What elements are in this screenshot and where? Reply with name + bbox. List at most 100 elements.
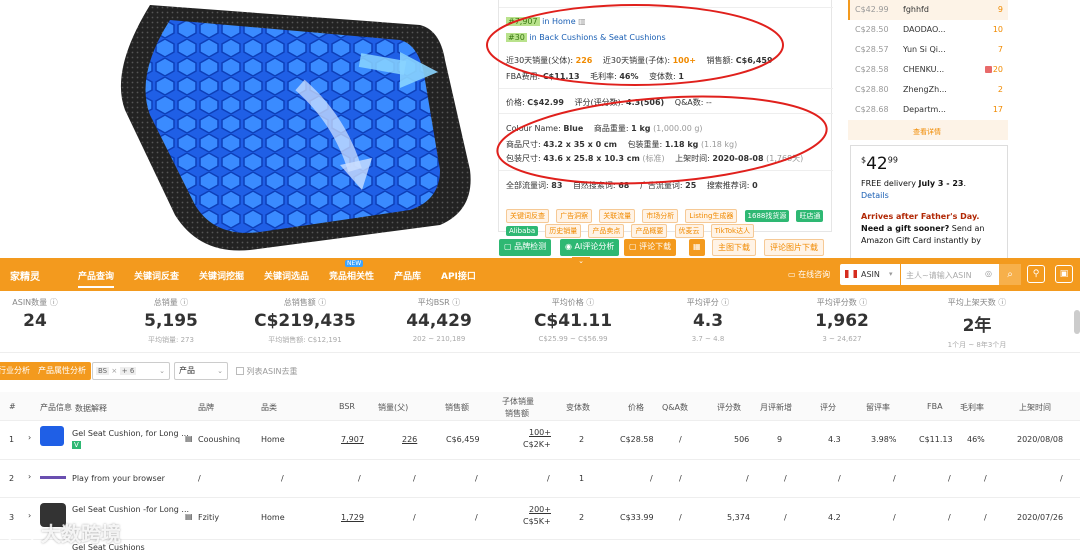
seller-name: ZhengZh... <box>903 85 947 94</box>
row-index: 1 <box>9 435 15 444</box>
tag-product-summary[interactable]: 产品概要 <box>631 224 668 238</box>
filter-icon: ⚲ <box>1032 269 1040 279</box>
th-price[interactable]: 价格 <box>628 402 644 413</box>
tag-history-sales[interactable]: 历史销量 <box>545 224 582 238</box>
country-select[interactable]: ASIN ▾ <box>840 264 900 285</box>
row-rating-count[interactable]: 506 <box>734 435 749 444</box>
th-data-hint[interactable]: 数据解释 <box>75 403 107 414</box>
nav-keyword-selection[interactable]: 关键词选品 <box>264 269 309 282</box>
scrollbar[interactable] <box>1074 310 1080 334</box>
tag-tiktok[interactable]: TikTok达人 <box>710 224 755 238</box>
ai-review-button[interactable]: ◉ AI评论分析 <box>560 239 620 256</box>
review-image-download-button[interactable]: 评论图片下载 <box>764 239 824 256</box>
brand-check-button[interactable]: ▢ 品牌检测 <box>499 239 552 256</box>
th-child-sales[interactable]: 子体销量 <box>502 396 534 407</box>
th-variants[interactable]: 变体数 <box>566 402 590 413</box>
chevron-right-icon[interactable]: › <box>28 433 31 442</box>
main-image-download-button[interactable]: 主图下载 <box>712 239 756 256</box>
dedupe-checkbox[interactable]: 列表ASIN去重 <box>236 366 297 377</box>
row-category: / <box>281 474 284 483</box>
row-title[interactable]: Gel Seat Cushion, for Long ... <box>72 429 189 438</box>
main-nav: 家精灵 产品查询 关键词反查 关键词挖掘 关键词选品 竞品相关性 NEW 产品库… <box>0 258 1080 291</box>
row-brand[interactable]: Cooushinq <box>198 435 240 444</box>
th-rating-count[interactable]: 评分数 <box>717 402 741 413</box>
category-select[interactable]: BS × + 6 ⌄ <box>92 362 170 380</box>
row-title[interactable]: Play from your browser <box>72 474 165 483</box>
delivery-text: FREE delivery <box>861 179 916 188</box>
row-sales[interactable]: 226 <box>402 435 417 444</box>
seller-price: C$28.57 <box>855 45 889 54</box>
row-child-sales[interactable]: 200+ <box>529 505 551 514</box>
collapse-toggle[interactable]: ⌄ <box>572 257 590 266</box>
stat-avg-days: 平均上架天数 ⓘ 2年 1个月 ~ 8年3个月 <box>912 297 1042 350</box>
th-sales[interactable]: 销量(父) <box>378 402 408 413</box>
seller-row[interactable]: C$28.80 ZhengZh... 2 <box>848 80 1008 100</box>
product-thumbnail[interactable] <box>40 476 66 479</box>
industry-analysis-button[interactable]: 行业分析 <box>0 362 36 380</box>
nav-competitor-relevance[interactable]: 竞品相关性 <box>329 269 374 282</box>
search-button[interactable]: ⌕ <box>999 264 1021 285</box>
export-tool-button[interactable]: ▣ <box>1055 265 1073 283</box>
seller-price: C$28.80 <box>855 85 889 94</box>
calculator-button[interactable]: ▦ <box>689 239 705 256</box>
tag-youmaiyun[interactable]: 优麦云 <box>674 224 704 238</box>
tag-wangdiantong[interactable]: 旺店通 <box>796 210 824 222</box>
stat-total-sales: 总销量 ⓘ 5,195 平均销量: 273 <box>106 297 236 345</box>
brand-icon: ▤ <box>185 512 193 521</box>
review-download-button[interactable]: ▢ 评论下载 <box>624 239 677 256</box>
nav-api[interactable]: API接口 <box>441 269 476 282</box>
seller-row[interactable]: C$42.99 fghhfd 9 <box>848 0 1008 20</box>
camera-icon[interactable]: ◎ <box>985 269 992 278</box>
brand-icon: ▤ <box>185 434 193 443</box>
th-revenue[interactable]: 销售额 <box>445 402 469 413</box>
nav-product-query[interactable]: 产品查询 <box>78 269 114 282</box>
nav-keyword-mining[interactable]: 关键词挖掘 <box>199 269 244 282</box>
row-title[interactable]: Gel Seat Cushion -for Long ... <box>72 505 189 514</box>
online-consult[interactable]: ▭ 在线咨询 <box>788 269 830 280</box>
th-monthly-new[interactable]: 月评新增 <box>760 402 792 413</box>
chevron-down-icon: ▾ <box>889 270 893 278</box>
product-thumbnail[interactable] <box>40 426 64 446</box>
th-margin[interactable]: 毛利率 <box>960 402 984 413</box>
th-qa[interactable]: Q&A数 <box>662 402 688 413</box>
row-rating-count[interactable]: 5,374 <box>727 513 750 522</box>
chevron-right-icon[interactable]: › <box>28 472 31 481</box>
seller-row[interactable]: C$28.50 DAODAO... 10 <box>848 20 1008 40</box>
row-brand[interactable]: Fzitiy <box>198 513 219 522</box>
row-monthly-new: 9 <box>777 435 783 444</box>
stat-sub: 平均销售额: C$12,191 <box>268 336 342 344</box>
country-select-label: ASIN <box>861 270 880 279</box>
row-price[interactable]: C$28.58 <box>620 435 654 444</box>
details-link[interactable]: Details <box>861 191 997 200</box>
product-type-select[interactable]: 产品 ⌄ <box>174 362 228 380</box>
th-launch-date[interactable]: 上架时间 <box>1019 402 1051 413</box>
row-category: Home <box>261 435 285 444</box>
seller-row[interactable]: C$28.58 CHENKU... 20 <box>848 60 1008 80</box>
row-child-sales[interactable]: 100+ <box>529 428 551 437</box>
th-fba[interactable]: FBA <box>927 402 943 411</box>
th-rating[interactable]: 评分 <box>820 402 836 413</box>
seller-row[interactable]: C$28.68 Departm... 17 <box>848 100 1008 120</box>
seller-row[interactable]: C$28.57 Yun Si Qi... 7 <box>848 40 1008 60</box>
filter-tool-button[interactable]: ⚲ <box>1027 265 1045 283</box>
row-monthly-new: / <box>784 513 787 522</box>
app-logo[interactable]: 家精灵 <box>10 268 40 283</box>
attribute-analysis-button[interactable]: 产品属性分析 <box>33 362 91 380</box>
nav-product-library[interactable]: 产品库 <box>394 269 421 282</box>
tag-alibaba[interactable]: Alibaba <box>506 226 539 236</box>
row-bsr[interactable]: 7,907 <box>341 435 364 444</box>
seller-name: fghhfd <box>903 5 929 14</box>
nav-keyword-reverse[interactable]: 关键词反查 <box>134 269 179 282</box>
watermark-logo-icon <box>8 524 34 547</box>
th-bsr[interactable]: BSR <box>339 402 355 411</box>
asin-search-input[interactable]: 主人~请输入ASIN ◎ <box>901 264 999 285</box>
th-review-rate[interactable]: 留评率 <box>866 402 890 413</box>
stat-total-revenue: 总销售额 ⓘ C$219,435 平均销售额: C$12,191 <box>240 297 370 345</box>
stat-sub: 1个月 ~ 8年3个月 <box>947 341 1007 349</box>
row-price[interactable]: C$33.99 <box>620 513 654 522</box>
seller-more-link[interactable]: 查看详情 <box>913 127 941 137</box>
row-review-rate: / <box>893 474 896 483</box>
tag-selling-points[interactable]: 产品卖点 <box>588 224 625 238</box>
stat-value: 24 <box>23 311 47 331</box>
row-bsr[interactable]: 1,729 <box>341 513 364 522</box>
